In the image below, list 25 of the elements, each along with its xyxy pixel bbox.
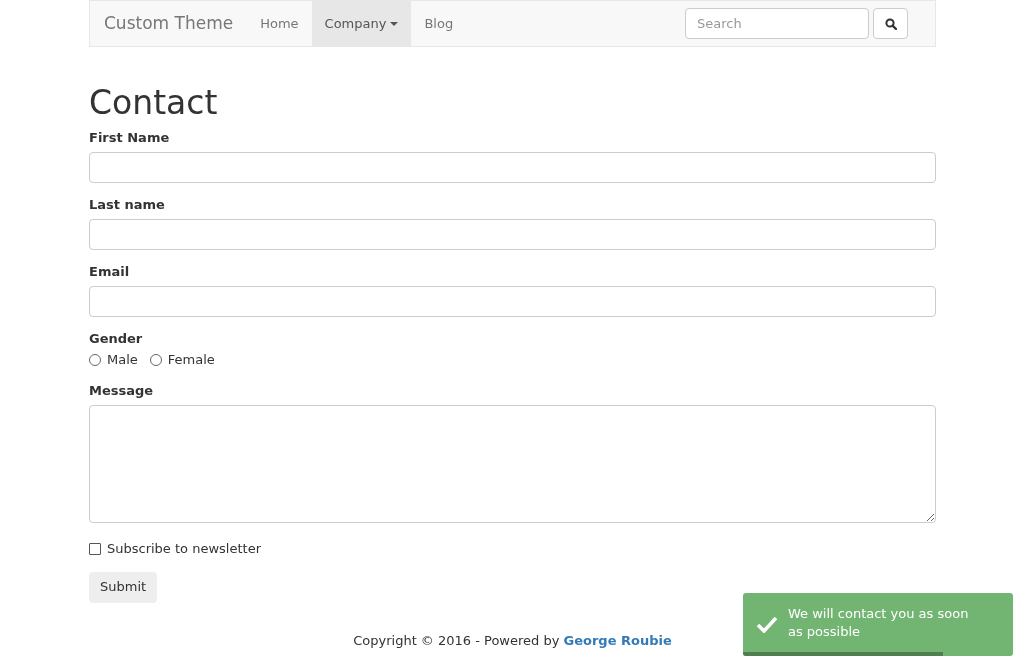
checkbox-label: Subscribe to newsletter bbox=[107, 539, 261, 558]
field-label: Last name bbox=[89, 196, 166, 214]
brand-link[interactable]: Custom Theme bbox=[90, 1, 248, 46]
field-label: Email bbox=[89, 263, 131, 281]
nav-link[interactable]: Company bbox=[311, 1, 412, 46]
field-label: Gender bbox=[89, 330, 144, 348]
checkmark-icon bbox=[756, 616, 778, 633]
radio-label: Male bbox=[107, 351, 138, 369]
nav-link[interactable]: Blog bbox=[411, 1, 467, 46]
field-label: Message bbox=[89, 381, 155, 400]
input-field[interactable] bbox=[89, 219, 936, 250]
search-icon bbox=[884, 17, 897, 30]
checkbox[interactable] bbox=[89, 542, 101, 555]
author-link[interactable]: George Roubie bbox=[563, 632, 672, 648]
nav-link[interactable]: Home bbox=[247, 1, 312, 46]
input-field[interactable] bbox=[89, 286, 936, 317]
toast-message: We will contact you as soon as possible bbox=[788, 605, 970, 641]
field-label: First Name bbox=[89, 129, 171, 147]
submit-button[interactable]: Submit bbox=[89, 571, 158, 603]
radio-label: Female bbox=[167, 351, 215, 369]
input-field[interactable] bbox=[89, 152, 936, 183]
search-button[interactable] bbox=[873, 8, 908, 39]
search-field[interactable]: Search bbox=[685, 8, 869, 39]
message-field[interactable] bbox=[89, 404, 936, 523]
page-title: Contact bbox=[89, 83, 219, 123]
